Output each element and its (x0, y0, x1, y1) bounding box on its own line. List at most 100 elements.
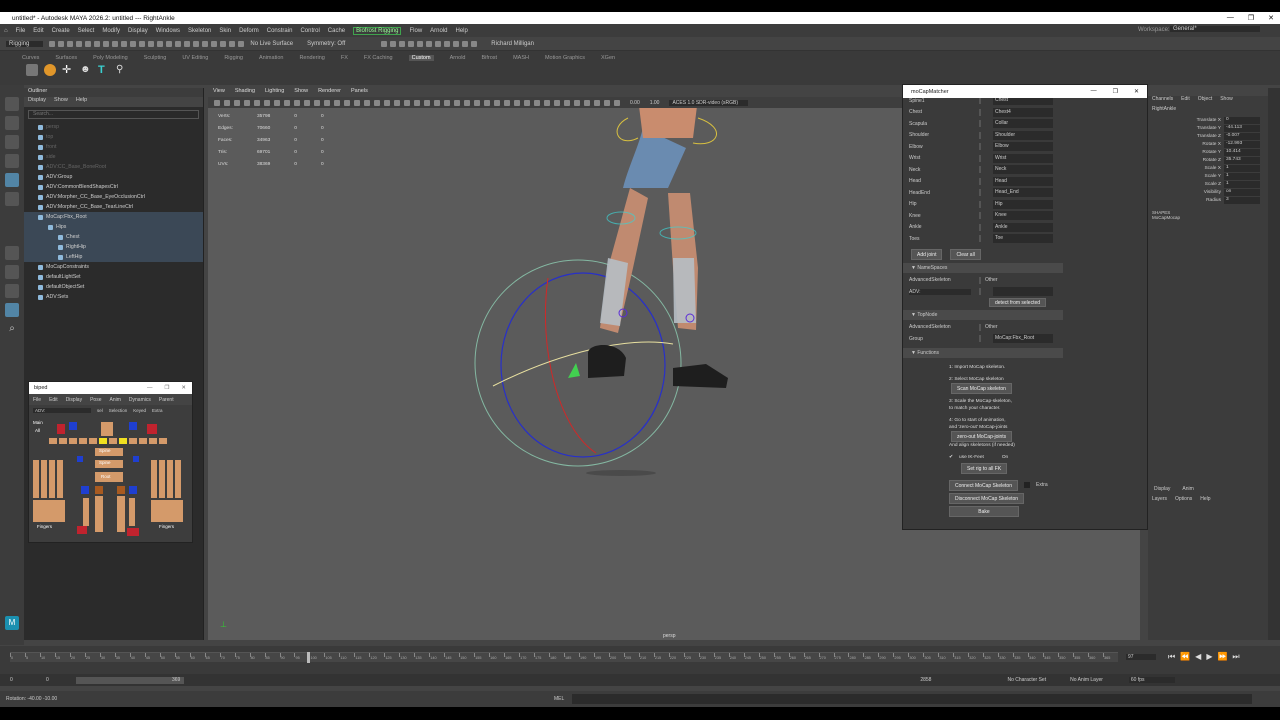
lasso-tool-icon[interactable] (5, 116, 19, 130)
shoulder-chain-control[interactable] (119, 438, 127, 444)
biped-menu-dynamics[interactable]: Dynamics (129, 397, 151, 403)
biped-close-icon[interactable]: ✕ (181, 385, 186, 391)
layer-menu-help[interactable]: Help (1200, 496, 1210, 502)
right-finger-control[interactable] (41, 460, 47, 498)
channel-row[interactable]: Visibility on (1148, 188, 1272, 196)
joint-adv-name[interactable]: Neck (909, 167, 983, 173)
outliner-row[interactable]: LeftHip (24, 252, 203, 262)
add-joint-button[interactable]: Add joint (911, 248, 943, 260)
joint-adv-name[interactable]: Chest (909, 109, 983, 115)
head-control[interactable] (101, 422, 113, 436)
outliner-menu-help[interactable]: Help (76, 97, 87, 107)
joint-mocap-field[interactable]: Toe (993, 234, 1053, 244)
shelf-tab-fx-caching[interactable]: FX Caching (364, 55, 393, 61)
menu-help[interactable]: Help (456, 28, 468, 34)
joint-adv-name[interactable]: Ankle (909, 224, 983, 230)
biped-keyed-toggle[interactable]: Keyed (133, 408, 146, 413)
outliner-menu-show[interactable]: Show (54, 97, 68, 107)
channel-value[interactable]: 1 (1224, 172, 1260, 180)
layout-four-icon[interactable] (5, 265, 19, 279)
biped-menu-edit[interactable]: Edit (49, 397, 58, 403)
layer-tab-anim[interactable]: Anim (1182, 486, 1193, 492)
joint-mocap-field[interactable]: Ankle (993, 222, 1053, 232)
menu-create[interactable]: Create (52, 28, 70, 34)
shelf-t-icon[interactable]: T (98, 64, 110, 76)
menu-file[interactable]: File (16, 28, 26, 34)
shelf-tab-bifrost[interactable]: Bifrost (481, 55, 497, 61)
shelf-skull-icon[interactable]: ☻ (80, 64, 92, 76)
viewport-menu-view[interactable]: View (213, 88, 225, 97)
biped-minimize-icon[interactable]: — (147, 385, 153, 391)
viewport-menu-lighting[interactable]: Lighting (265, 88, 284, 97)
range-slider[interactable]: 0 0 369 2858 No Character Set No Anim La… (0, 674, 1280, 686)
live-surface-label[interactable]: No Live Surface (250, 41, 293, 47)
shoulder-chain-control[interactable] (59, 438, 67, 444)
left-palm-control[interactable] (151, 500, 183, 522)
maximize-button[interactable]: ❐ (1248, 14, 1254, 22)
outliner-row[interactable]: MoCap:Fbx_Root (24, 212, 203, 222)
clear-all-button[interactable]: Clear all (950, 248, 981, 260)
viewport-menu-panels[interactable]: Panels (351, 88, 368, 97)
biped-label-main[interactable]: Main (33, 420, 43, 425)
right-palm-control[interactable] (33, 500, 65, 522)
channel-value[interactable]: -12.993 (1224, 140, 1260, 148)
outliner-row[interactable]: side (24, 152, 203, 162)
symmetry-label[interactable]: Symmetry: Off (307, 41, 345, 47)
biped-label-spine[interactable]: Spine (99, 448, 111, 453)
right-knee-control[interactable] (95, 496, 103, 532)
outliner-row[interactable]: persp (24, 122, 203, 132)
shoulder-chain-control[interactable] (79, 438, 87, 444)
layout-outliner-icon[interactable] (5, 303, 19, 317)
left-foot-control[interactable] (127, 528, 139, 536)
shoulder-chain-control[interactable] (89, 438, 97, 444)
left-finger-control[interactable] (175, 460, 181, 498)
exposure-field[interactable]: 0.00 (630, 100, 640, 106)
extra-checkbox[interactable] (1023, 482, 1030, 488)
shelf-tab-rendering[interactable]: Rendering (299, 55, 324, 61)
search-icon[interactable]: ⌕ (5, 322, 19, 336)
left-ik-control[interactable] (129, 422, 137, 430)
shoulder-chain-control[interactable] (49, 438, 57, 444)
shoulder-chain-control[interactable] (139, 438, 147, 444)
menu-biofrost-rigging[interactable]: Biofrost Rigging (353, 26, 402, 35)
right-finger-control[interactable] (57, 460, 63, 498)
right-hip-control[interactable] (95, 486, 103, 494)
joint-mocap-field[interactable]: Collar (993, 119, 1053, 129)
layer-menu-layers[interactable]: Layers (1152, 496, 1167, 502)
joint-mocap-field[interactable]: Shoulder (993, 130, 1053, 140)
channel-value[interactable]: 35.743 (1224, 156, 1260, 164)
scale-tool-icon[interactable] (5, 192, 19, 206)
joint-adv-name[interactable]: Scapula (909, 121, 983, 127)
shelf-tab-sculpting[interactable]: Sculpting (144, 55, 167, 61)
side-tab-strip[interactable] (1268, 88, 1280, 640)
channel-row[interactable]: Rotate Y 10.414 (1148, 148, 1272, 156)
left-finger-control[interactable] (167, 460, 173, 498)
shelf-script-icon[interactable] (26, 64, 38, 76)
channel-value[interactable]: -0.007 (1224, 132, 1260, 140)
left-leg-ik[interactable] (129, 486, 137, 494)
channel-row[interactable]: Radius 3 (1148, 196, 1272, 204)
right-leg-ik[interactable] (81, 486, 89, 494)
biped-namespace[interactable]: ADV: (33, 408, 91, 413)
menu-arnold[interactable]: Arnold (430, 28, 447, 34)
fps-dropdown[interactable]: 60 fps (1128, 677, 1175, 683)
menu-modify[interactable]: Modify (102, 28, 120, 34)
mocap-close-button[interactable]: ✕ (1134, 88, 1139, 95)
disconnect-mocap-button[interactable]: Disconnect MoCap Skeleton (949, 492, 1025, 504)
biped-label-fingers_l[interactable]: Fingers (37, 524, 52, 529)
scan-mocap-button[interactable]: Scan MoCap skeleton (951, 382, 1012, 394)
current-frame-field[interactable]: 97 (1126, 654, 1156, 660)
channel-row[interactable]: Translate X0 (1148, 116, 1272, 124)
shelf-tab-arnold[interactable]: Arnold (450, 55, 466, 61)
home-icon[interactable]: ⌂ (4, 28, 8, 34)
mocap-minimize-button[interactable]: — (1091, 88, 1097, 95)
joint-mocap-field[interactable]: Hip (993, 199, 1053, 209)
outliner-row[interactable]: defaultLightSet (24, 272, 203, 282)
right-arm-fk-control[interactable] (57, 424, 65, 434)
shelf-tab-animation[interactable]: Animation (259, 55, 283, 61)
outliner-row[interactable]: ADV:CommonBlendShapesCtrl (24, 182, 203, 192)
shelf-joint-icon[interactable]: ✛ (62, 64, 74, 76)
left-finger-control[interactable] (151, 460, 157, 498)
no-anim-layer[interactable]: No Anim Layer (1070, 677, 1103, 683)
biped-label-spine2[interactable]: Spine (99, 460, 111, 465)
